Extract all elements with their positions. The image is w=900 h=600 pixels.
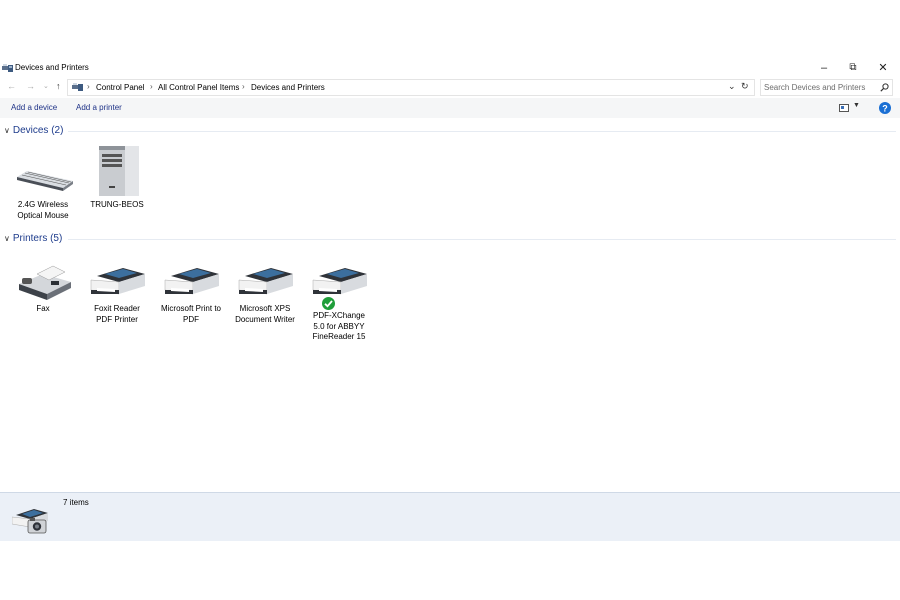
printer-icon bbox=[238, 268, 293, 295]
devices-printers-icon bbox=[72, 83, 83, 91]
device-item[interactable]: 2.4G Wireless Optical Mouse bbox=[11, 140, 75, 221]
printer-icon bbox=[164, 268, 219, 295]
keyboard-icon bbox=[17, 171, 73, 191]
add-printer-button[interactable]: Add a printer bbox=[76, 103, 122, 112]
device-label: TRUNG-BEOS bbox=[90, 200, 144, 209]
printer-item-default[interactable]: PDF-XChange 5.0 for ABBYY FineReader 15 bbox=[307, 256, 371, 343]
restore-button[interactable]: ⧉ bbox=[839, 60, 867, 76]
window-title: Devices and Printers bbox=[15, 63, 89, 72]
printers-group-header[interactable]: ∨ Printers (5) bbox=[4, 233, 62, 244]
fax-icon bbox=[19, 265, 71, 300]
collapse-chevron-icon: ∨ bbox=[4, 126, 10, 135]
search-box bbox=[760, 79, 893, 96]
address-bar[interactable]: › Control Panel › All Control Panel Item… bbox=[67, 79, 755, 96]
up-arrow-icon[interactable]: ↑ bbox=[56, 81, 61, 91]
address-row: ← → ⌄ ↑ › Control Panel › All Control Pa… bbox=[0, 79, 900, 96]
printer-icon bbox=[90, 268, 145, 295]
device-item[interactable]: TRUNG-BEOS bbox=[85, 140, 149, 211]
change-view-icon[interactable] bbox=[839, 104, 849, 112]
recent-locations-chevron-icon[interactable]: ⌄ bbox=[43, 82, 49, 90]
close-button[interactable]: ✕ bbox=[869, 60, 897, 76]
device-label: 2.4G Wireless Optical Mouse bbox=[17, 200, 69, 220]
collapse-chevron-icon: ∨ bbox=[4, 234, 10, 243]
breadcrumb-all-items[interactable]: All Control Panel Items bbox=[158, 83, 239, 92]
printer-icon bbox=[312, 268, 367, 295]
search-icon[interactable] bbox=[880, 83, 889, 92]
search-input[interactable] bbox=[764, 81, 874, 93]
printer-item[interactable]: Foxit Reader PDF Printer bbox=[85, 256, 149, 325]
breadcrumb-devices-and-printers[interactable]: Devices and Printers bbox=[251, 83, 325, 92]
command-toolbar: Add a device Add a printer ▼ ? bbox=[0, 98, 900, 118]
computer-tower-icon bbox=[99, 146, 139, 196]
printer-item[interactable]: Microsoft XPS Document Writer bbox=[233, 256, 297, 325]
breadcrumb-separator: › bbox=[150, 82, 153, 91]
view-options-chevron-icon[interactable]: ▼ bbox=[853, 102, 860, 109]
details-pane: 7 items bbox=[0, 492, 900, 541]
address-dropdown-icon[interactable]: ⌄ bbox=[728, 81, 736, 92]
breadcrumb-separator: › bbox=[87, 82, 90, 91]
printer-item[interactable]: Microsoft Print to PDF bbox=[159, 256, 223, 325]
printer-label: PDF-XChange 5.0 for ABBYY FineReader 15 bbox=[312, 311, 366, 341]
add-device-button[interactable]: Add a device bbox=[11, 103, 57, 112]
back-arrow-icon[interactable]: ← bbox=[7, 81, 16, 91]
devices-printers-icon bbox=[12, 509, 48, 534]
printer-label: Microsoft XPS Document Writer bbox=[235, 304, 295, 324]
svg-text:?: ? bbox=[882, 104, 888, 114]
help-icon[interactable]: ? bbox=[879, 102, 891, 114]
devices-printers-icon bbox=[2, 64, 13, 72]
devices-and-printers-window: Devices and Printers – ⧉ ✕ ← → ⌄ ↑ › Con… bbox=[0, 58, 900, 541]
printers-group-label: Printers (5) bbox=[12, 233, 63, 244]
devices-group-label: Devices (2) bbox=[12, 125, 64, 136]
group-divider bbox=[68, 239, 896, 240]
printer-label: Fax bbox=[36, 304, 50, 313]
breadcrumb-separator: › bbox=[242, 82, 245, 91]
printer-label: Microsoft Print to PDF bbox=[160, 304, 221, 324]
breadcrumb-control-panel[interactable]: Control Panel bbox=[96, 83, 144, 92]
printer-label: Foxit Reader PDF Printer bbox=[94, 304, 140, 324]
printer-item[interactable]: Fax bbox=[11, 256, 75, 315]
group-divider bbox=[68, 131, 896, 132]
refresh-icon[interactable]: ↻ bbox=[741, 81, 749, 92]
item-count: 7 items bbox=[63, 498, 89, 507]
title-bar: Devices and Printers – ⧉ ✕ bbox=[0, 58, 900, 78]
minimize-button[interactable]: – bbox=[810, 60, 838, 76]
forward-arrow-icon[interactable]: → bbox=[26, 81, 35, 91]
default-printer-check-icon bbox=[321, 296, 336, 311]
devices-group-header[interactable]: ∨ Devices (2) bbox=[4, 125, 63, 136]
